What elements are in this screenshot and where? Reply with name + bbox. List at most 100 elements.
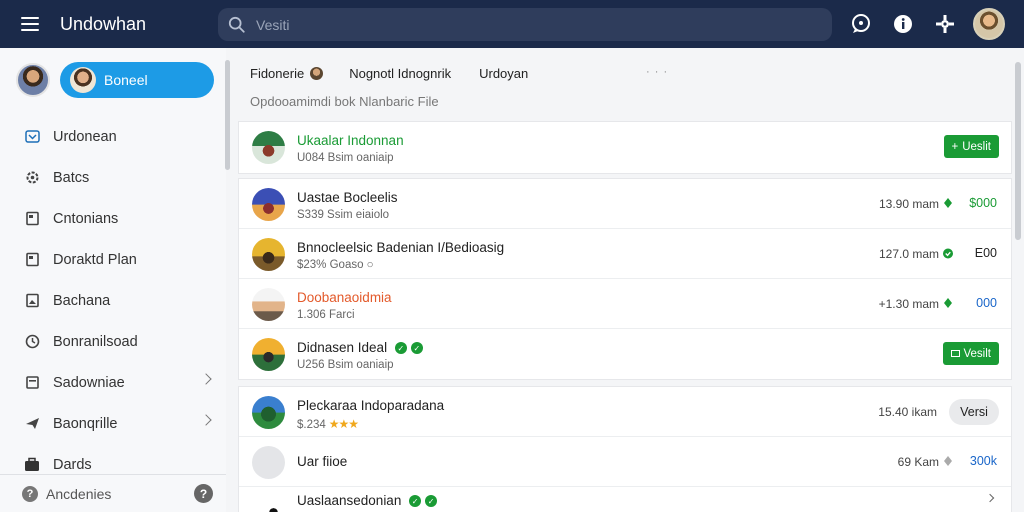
profile-avatar[interactable]	[16, 63, 50, 97]
info-icon[interactable]	[891, 12, 915, 36]
search-icon	[228, 16, 245, 33]
sidebar-item-label: Baonqrille	[53, 415, 118, 432]
more-dots-icon[interactable]: · · ·	[646, 66, 668, 78]
button-label: Vesilt	[963, 347, 992, 360]
featured-action-button[interactable]: + Ueslit	[943, 135, 999, 158]
list-item[interactable]: Pleckaraa Indoparadana $.234 ★★★ 15.40 ik…	[239, 387, 1011, 437]
featured-card: Ukaalar Indonnan U084 Bsim oaniaip + Ues…	[238, 121, 1012, 174]
item-thumbnail	[252, 446, 285, 479]
tab-urdoyan[interactable]: Urdoyan	[479, 66, 528, 81]
item-thumbnail	[252, 338, 285, 371]
item-title-text: Didnasen Ideal	[297, 340, 388, 355]
item-thumbnail	[252, 396, 285, 429]
item-subtitle: U084 Bsim oaniaip	[297, 152, 394, 164]
profile-row: Boneel	[16, 62, 214, 98]
item-thumbnail	[252, 131, 285, 164]
sidebar-item-urdonean[interactable]: Urdonean	[0, 116, 226, 157]
list-item[interactable]: Uastae Bocleelis S339 Ssim eiaiolo 13.90…	[239, 179, 1011, 229]
chevron-right-icon[interactable]	[200, 414, 212, 426]
item-amount: E00	[974, 246, 997, 260]
item-price: $.234	[297, 419, 326, 431]
list-item[interactable]: Uaslaansedonian ✓ ✓	[239, 487, 1011, 512]
green-diamond-icon	[943, 197, 953, 209]
green-diamond-icon	[943, 297, 953, 309]
button-label: Ueslit	[962, 140, 991, 153]
tab-nognotl[interactable]: Nognotl Idnognrik	[349, 66, 451, 81]
list-card: Pleckaraa Indoparadana $.234 ★★★ 15.40 ik…	[238, 386, 1012, 512]
user-avatar[interactable]	[973, 8, 1005, 40]
tab-fidonerie[interactable]: Fidonerie	[250, 66, 324, 81]
item-thumbnail	[252, 188, 285, 221]
chat-icon[interactable]	[849, 12, 873, 36]
gray-diamond-icon	[943, 455, 953, 467]
item-size: 69 Kam	[897, 455, 939, 469]
plus-icon: +	[951, 140, 959, 153]
search-input[interactable]	[256, 16, 816, 33]
list-item[interactable]: Bnnocleelsic Badenian I/Bedioasig $23% G…	[239, 229, 1011, 279]
sidebar-item-bachana[interactable]: Bachana	[0, 280, 226, 321]
list-item[interactable]: Uar fiioe 69 Kam 300k	[239, 437, 1011, 487]
item-subtitle: 1.306 Farci	[297, 309, 355, 321]
document-icon	[24, 375, 40, 391]
item-size: 13.90 mam	[878, 197, 939, 211]
tab-label: Nognotl Idnognrik	[349, 66, 452, 81]
item-amount: 000	[976, 296, 997, 310]
verified-icon: ✓	[394, 342, 407, 355]
sidebar-item-label: Cntonians	[53, 210, 119, 227]
help-button[interactable]: ?	[194, 484, 213, 503]
box-icon	[950, 350, 960, 357]
rating-stars-icon: ★★★	[328, 417, 359, 431]
row-action-button[interactable]: Versi	[949, 399, 999, 425]
image-icon	[24, 293, 40, 309]
tab-label: Fidonerie	[250, 66, 305, 81]
row-action-button[interactable]: Vesilt	[942, 342, 999, 365]
item-thumbnail	[252, 238, 285, 271]
pill-label: Boneel	[104, 72, 148, 88]
chevron-right-icon[interactable]	[985, 493, 995, 503]
clock-icon	[24, 334, 40, 350]
sidebar-item-cntonians[interactable]: Cntonians	[0, 198, 226, 239]
item-size: 127.0 mam	[878, 247, 939, 261]
sidebar-item-label: Urdonean	[53, 128, 117, 145]
page-subtitle: Opdooamimdi bok Nlanbaric File	[250, 94, 439, 109]
green-check-icon	[943, 247, 953, 259]
item-title: Doobanaoidmia	[297, 290, 392, 305]
verified-icon: ✓	[409, 495, 422, 508]
send-icon	[24, 416, 40, 432]
sidebar-item-doraktd-plan[interactable]: Doraktd Plan	[0, 239, 226, 280]
image-icon	[24, 129, 40, 145]
main-content: Fidonerie Nognotl Idnognrik Urdoyan · · …	[236, 48, 1012, 512]
item-size: 15.40 ikam	[878, 405, 937, 419]
item-subtitle: $23% Goaso ○	[297, 259, 374, 271]
settings-icon[interactable]	[933, 12, 957, 36]
pill-avatar	[70, 67, 96, 93]
sidebar-item-label: Doraktd Plan	[53, 251, 137, 268]
help-circle-icon: ?	[22, 485, 38, 502]
search-bar[interactable]	[218, 8, 832, 41]
sidebar-item-baonqrille[interactable]: Baonqrille	[0, 403, 226, 444]
sidebar-item-label: Bonranilsoad	[53, 333, 138, 350]
sidebar-item-bonranilsoad[interactable]: Bonranilsoad	[0, 321, 226, 362]
sidebar-item-label: Bachana	[53, 292, 111, 309]
verified-icon: ✓	[425, 495, 438, 508]
hamburger-menu-icon[interactable]	[0, 0, 60, 48]
sidebar-item-sadowniae[interactable]: Sadowniae	[0, 362, 226, 403]
chevron-right-icon[interactable]	[200, 373, 212, 385]
item-title: Pleckaraa Indoparadana	[297, 398, 445, 413]
list-item[interactable]: Doobanaoidmia 1.306 Farci +1.30 mam 000	[239, 279, 1011, 329]
item-subtitle: U256 Bsim oaniaip	[297, 359, 394, 371]
item-title-text: Uaslaansedonian	[297, 493, 402, 508]
item-thumbnail	[257, 496, 290, 512]
sidebar-item-batcs[interactable]: Batcs	[0, 157, 226, 198]
tab-bar: Fidonerie Nognotl Idnognrik Urdoyan	[250, 66, 528, 81]
profile-pill-button[interactable]: Boneel	[60, 62, 214, 98]
main-scrollbar[interactable]	[1015, 62, 1021, 240]
list-item[interactable]: Didnasen Ideal ✓ ✓ U256 Bsim oaniaip Vesi…	[239, 329, 1011, 379]
item-thumbnail	[252, 288, 285, 321]
sidebar-footer[interactable]: ? Ancdenies ?	[0, 474, 226, 512]
list-item[interactable]: Ukaalar Indonnan U084 Bsim oaniaip + Ues…	[239, 122, 1011, 173]
document-icon	[24, 211, 40, 227]
item-subtitle: S339 Ssim eiaiolo	[297, 209, 390, 221]
item-title: Didnasen Ideal ✓ ✓	[297, 340, 423, 355]
sidebar-scrollbar[interactable]	[225, 60, 230, 170]
